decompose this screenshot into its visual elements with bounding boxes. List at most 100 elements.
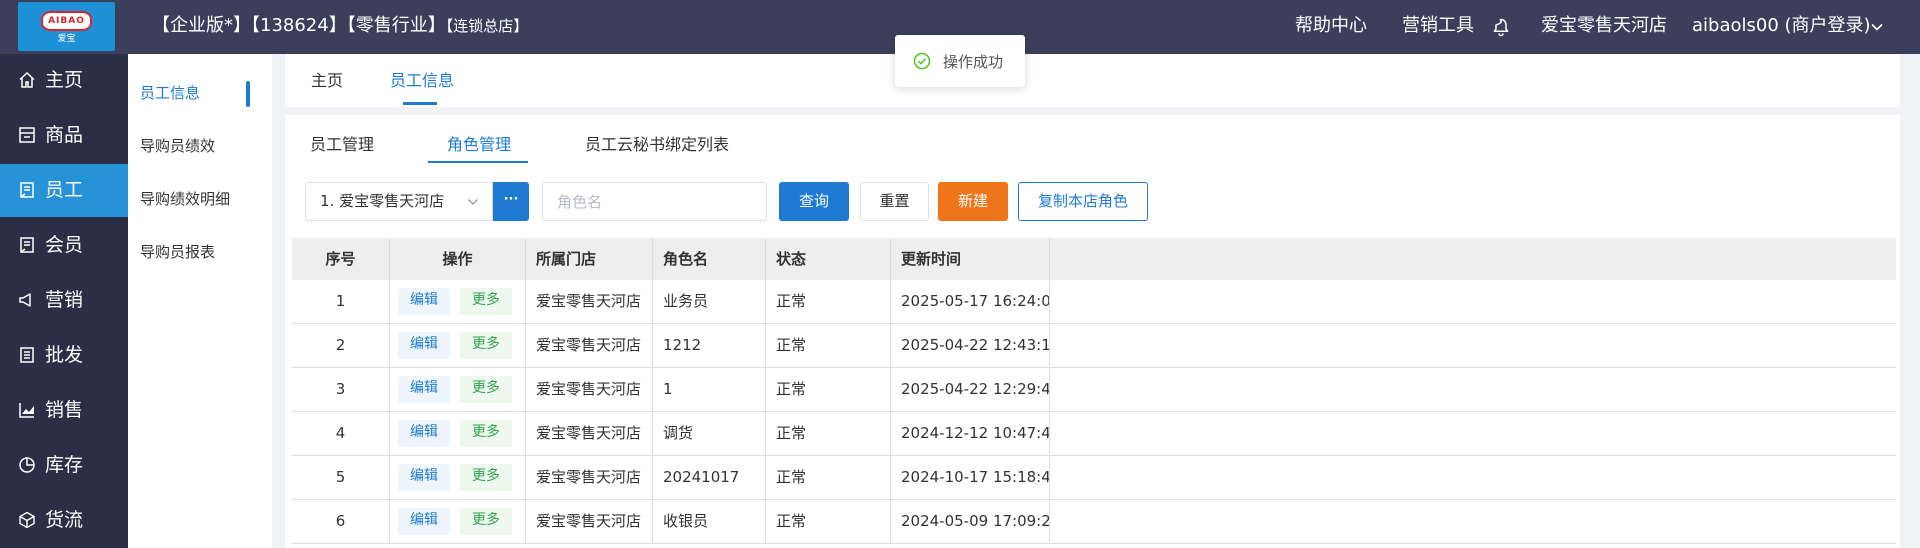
sidebar-item-cargo[interactable]: 货流 [0, 494, 128, 547]
table-row: 2 编辑 更多 爱宝零售天河店 1212 正常 2025-04-22 12:43:10 [292, 324, 1896, 368]
subnav-item-guide-performance-detail[interactable]: 导购绩效明细 [140, 189, 230, 209]
member-icon [20, 237, 34, 253]
more-button[interactable]: 更多 [460, 464, 512, 491]
cell-store: 爱宝零售天河店 [526, 280, 653, 323]
sidebar-item-label: 员工 [45, 179, 84, 201]
marketing-icon [19, 293, 31, 307]
sub-tab-underline [428, 161, 528, 163]
help-center-link[interactable]: 帮助中心 [1295, 0, 1367, 54]
toast-message: 操作成功 [943, 53, 1004, 71]
sidebar-item-wholesale[interactable]: 批发 [0, 329, 128, 382]
sidebar-item-home[interactable]: 主页 [0, 54, 128, 107]
col-header-status: 状态 [766, 238, 891, 280]
cell-store: 爱宝零售天河店 [526, 500, 653, 543]
role-name-input[interactable] [542, 182, 767, 221]
query-button[interactable]: 查询 [779, 182, 849, 221]
chevron-down-icon[interactable] [1869, 19, 1885, 35]
store-picker-button[interactable]: ··· [493, 182, 529, 221]
sidebar-item-employee[interactable]: 员工 [0, 164, 128, 217]
tab-home[interactable]: 主页 [311, 54, 343, 107]
tab-employee-management[interactable]: 员工管理 [310, 131, 374, 155]
sidebar-item-sales[interactable]: 销售 [0, 384, 128, 437]
cell-no: 2 [292, 324, 390, 367]
subnav-active-indicator [246, 81, 250, 107]
edit-button[interactable]: 编辑 [398, 420, 450, 447]
account-title-type: 【连锁总店】 [445, 17, 529, 35]
cell-status: 正常 [766, 456, 891, 499]
cell-status: 正常 [766, 368, 891, 411]
cell-actions: 编辑 更多 [390, 500, 526, 543]
cell-status: 正常 [766, 324, 891, 367]
table-row: 6 编辑 更多 爱宝零售天河店 收银员 正常 2024-05-09 17:09:28 [292, 500, 1896, 544]
cell-updated: 2024-12-12 10:47:42 [891, 412, 1050, 455]
more-button[interactable]: 更多 [460, 376, 512, 403]
cell-role: 调货 [653, 412, 766, 455]
sidebar-item-label: 库存 [45, 454, 84, 476]
cell-updated: 2025-04-22 12:29:49 [891, 368, 1050, 411]
bell-icon[interactable] [1491, 17, 1511, 37]
new-button[interactable]: 新建 [938, 182, 1008, 221]
store-select[interactable]: 1. 爱宝零售天河店 [305, 182, 493, 221]
cell-status: 正常 [766, 280, 891, 323]
copy-store-role-button[interactable]: 复制本店角色 [1018, 182, 1148, 221]
inventory-icon [19, 457, 35, 473]
edit-button[interactable]: 编辑 [398, 376, 450, 403]
tab-role-management[interactable]: 角色管理 [447, 131, 511, 155]
tab-cloud-secretary-binding[interactable]: 员工云秘书绑定列表 [585, 131, 729, 155]
col-header-actions: 操作 [390, 238, 526, 280]
cell-no: 6 [292, 500, 390, 543]
cell-actions: 编辑 更多 [390, 412, 526, 455]
reset-button[interactable]: 重置 [860, 182, 929, 221]
cell-store: 爱宝零售天河店 [526, 368, 653, 411]
more-button[interactable]: 更多 [460, 332, 512, 359]
edit-button[interactable]: 编辑 [398, 332, 450, 359]
cell-actions: 编辑 更多 [390, 368, 526, 411]
cell-no: 1 [292, 280, 390, 323]
cell-updated: 2024-10-17 15:18:45 [891, 456, 1050, 499]
store-select-value: 1. 爱宝零售天河店 [320, 192, 445, 210]
more-button[interactable]: 更多 [460, 420, 512, 447]
cell-no: 3 [292, 368, 390, 411]
cell-store: 爱宝零售天河店 [526, 324, 653, 367]
sales-chart-icon [19, 403, 34, 418]
store-name-link[interactable]: 爱宝零售天河店 [1541, 0, 1667, 54]
tab-employee-info[interactable]: 员工信息 [390, 54, 454, 107]
marketing-tools-link[interactable]: 营销工具 [1402, 0, 1474, 54]
sidebar-item-label: 批发 [45, 344, 84, 366]
sidebar-item-label: 货流 [45, 509, 84, 531]
home-icon [19, 71, 35, 88]
cell-role: 业务员 [653, 280, 766, 323]
subnav-item-guide-report[interactable]: 导购员报表 [140, 242, 215, 262]
cell-role: 1212 [653, 324, 766, 367]
brand-logo[interactable]: AIBAO 爱宝 [18, 2, 115, 51]
sidebar-item-label: 主页 [45, 69, 84, 91]
table-row: 5 编辑 更多 爱宝零售天河店 20241017 正常 2024-10-17 15:18:4… [292, 456, 1896, 500]
col-header-store: 所属门店 [526, 238, 653, 280]
more-button[interactable]: 更多 [460, 508, 512, 535]
sidebar-item-goods[interactable]: 商品 [0, 109, 128, 162]
cell-updated: 2024-05-09 17:09:28 [891, 500, 1050, 543]
sidebar-item-label: 营销 [45, 289, 84, 311]
subnav-item-guide-performance[interactable]: 导购员绩效 [140, 136, 215, 156]
sidebar-item-label: 销售 [45, 399, 84, 421]
user-menu[interactable]: aibaols00 (商户登录) [1692, 0, 1871, 54]
cell-actions: 编辑 更多 [390, 280, 526, 323]
account-title: 【企业版*】【138624】【零售行业】【连锁总店】 [152, 0, 528, 54]
sidebar-item-label: 商品 [45, 124, 84, 146]
edit-button[interactable]: 编辑 [398, 464, 450, 491]
more-button[interactable]: 更多 [460, 288, 512, 315]
sidebar-item-member[interactable]: 会员 [0, 219, 128, 272]
success-toast: 操作成功 [895, 35, 1025, 87]
table-header: 序号 操作 所属门店 角色名 状态 更新时间 [292, 238, 1896, 280]
edit-button[interactable]: 编辑 [398, 508, 450, 535]
cell-actions: 编辑 更多 [390, 324, 526, 367]
sub-sidebar: 员工信息 导购员绩效 导购绩效明细 导购员报表 [128, 54, 272, 548]
sidebar-item-marketing[interactable]: 营销 [0, 274, 128, 327]
sidebar-item-inventory[interactable]: 库存 [0, 439, 128, 492]
edit-button[interactable]: 编辑 [398, 288, 450, 315]
subnav-item-employee-info[interactable]: 员工信息 [140, 83, 200, 103]
main-sidebar: 主页 商品 员工 会员 营销 批发 销售 库存 货流 [0, 54, 128, 548]
account-title-main: 【企业版*】【138624】【零售行业】 [152, 15, 446, 36]
table-row: 1 编辑 更多 爱宝零售天河店 业务员 正常 2025-05-17 16:24:01 [292, 280, 1896, 324]
col-header-role: 角色名 [653, 238, 766, 280]
